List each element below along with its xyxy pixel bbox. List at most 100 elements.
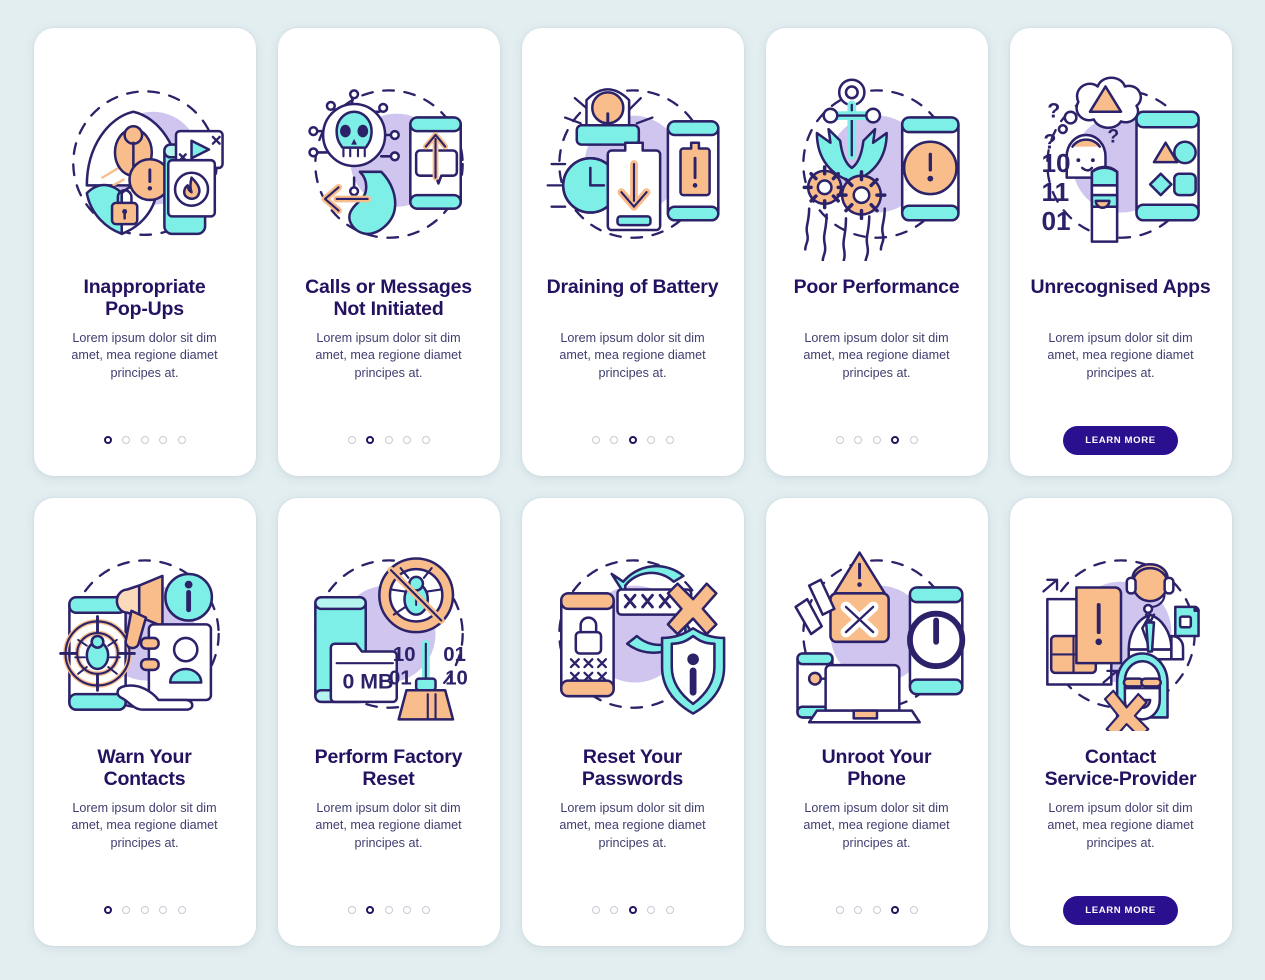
pagination-dots: [591, 906, 674, 914]
card-body-text: Lorem ipsum dolor sit dim amet, mea regi…: [803, 801, 950, 850]
pagination-dot[interactable]: [610, 436, 618, 444]
card-title-line: Contact: [1084, 746, 1157, 768]
pagination-dot[interactable]: [421, 906, 430, 914]
pagination-dot[interactable]: [140, 436, 149, 444]
card-title-line: Service-Provider: [1044, 768, 1197, 791]
battery-drain-illustration: [533, 68, 733, 264]
pagination-dot[interactable]: [665, 436, 674, 444]
learn-more-button[interactable]: LEARN MORE: [1063, 425, 1178, 455]
card-title-line: Poor Performance: [793, 276, 960, 298]
svg-text:?: ?: [1047, 99, 1060, 123]
pagination-dot[interactable]: [347, 906, 356, 914]
card-title: Calls or Messages Not Initiated: [295, 276, 482, 322]
card-title: Warn Your Contacts: [87, 746, 201, 792]
card-title-line: Unrecognised Apps: [1030, 276, 1211, 298]
pagination-dot-active[interactable]: [366, 436, 374, 444]
pagination-dot[interactable]: [665, 906, 674, 914]
pagination-dots: [835, 436, 918, 444]
pagination-dot[interactable]: [854, 906, 862, 914]
pagination-dot[interactable]: [159, 906, 167, 914]
pagination-dot[interactable]: [647, 906, 655, 914]
svg-text:0 MB: 0 MB: [342, 669, 393, 693]
card-title: Draining of Battery: [537, 276, 729, 322]
onboarding-screens-board: Inappropriate Pop-Ups Lorem ipsum dolor si…: [0, 0, 1265, 980]
pagination-dot[interactable]: [835, 436, 844, 444]
svg-text:01: 01: [443, 644, 466, 666]
card-body-text: Lorem ipsum dolor sit dim amet, mea regi…: [559, 801, 706, 850]
svg-text:01: 01: [389, 667, 412, 689]
card-footer: LEARN MORE: [1010, 404, 1232, 476]
pagination-dot[interactable]: [177, 906, 186, 914]
skull-call-illustration: [289, 68, 489, 264]
card-title-line: Draining of Battery: [546, 276, 719, 298]
pagination-dot[interactable]: [403, 436, 411, 444]
card-title: Unroot Your Phone: [812, 746, 942, 792]
learn-more-button[interactable]: LEARN MORE: [1063, 895, 1178, 925]
svg-text:01: 01: [1041, 206, 1070, 236]
pagination-dot[interactable]: [909, 436, 918, 444]
card-body-text: Lorem ipsum dolor sit dim amet, mea regi…: [1047, 331, 1194, 380]
card-title-line: Contacts: [103, 768, 186, 791]
card-body-text: Lorem ipsum dolor sit dim amet, mea regi…: [71, 801, 218, 850]
pagination-dot[interactable]: [403, 906, 411, 914]
card-body-text: Lorem ipsum dolor sit dim amet, mea regi…: [559, 331, 706, 380]
card-footer: [34, 404, 256, 476]
pagination-dot-active[interactable]: [628, 906, 637, 914]
pagination-dot-active[interactable]: [366, 906, 374, 914]
onboarding-card-unrecognised-apps: ? ? ? 10 11 01 Unrecognised Apps Lorem ip…: [1009, 28, 1232, 476]
card-footer: [522, 404, 744, 476]
card-footer: [278, 874, 500, 946]
card-title: Contact Service-Provider: [1035, 746, 1207, 792]
pagination-dot[interactable]: [835, 906, 844, 914]
unroot-phone-illustration: [777, 538, 977, 734]
onboarding-card-warn-your-contacts: Warn Your Contacts Lorem ipsum dolor sit d…: [33, 498, 256, 946]
pagination-dot[interactable]: [591, 436, 600, 444]
pagination-dots: [347, 436, 430, 444]
onboarding-card-inappropriate-pop-ups: Inappropriate Pop-Ups Lorem ipsum dolor si…: [33, 28, 256, 476]
svg-text:10: 10: [1041, 148, 1070, 178]
pagination-dot[interactable]: [610, 906, 618, 914]
megaphone-contacts-illustration: [45, 538, 245, 734]
card-title-line: Passwords: [581, 768, 684, 791]
anchor-gears-illustration: [777, 68, 977, 264]
pagination-dot-active[interactable]: [103, 436, 112, 444]
card-footer: [766, 874, 988, 946]
pagination-dot[interactable]: [872, 436, 881, 444]
pagination-dot-active[interactable]: [628, 436, 637, 444]
pagination-dot[interactable]: [384, 436, 393, 444]
pagination-dot[interactable]: [854, 436, 862, 444]
pagination-dot-active[interactable]: [891, 436, 899, 444]
card-title-line: Unroot Your: [821, 746, 932, 768]
card-footer: [766, 404, 988, 476]
card-title: Reset Your Passwords: [572, 746, 693, 792]
onboarding-card-poor-performance: Poor Performance Lorem ipsum dolor sit di…: [765, 28, 988, 476]
pagination-dot[interactable]: [122, 906, 130, 914]
onboarding-card-perform-factory-reset: 0 MB 10 01 01 10 Perform Factory Reset Lor…: [277, 498, 500, 946]
pagination-dot[interactable]: [122, 436, 130, 444]
card-body-text: Lorem ipsum dolor sit dim amet, mea regi…: [71, 331, 218, 380]
card-footer: [522, 874, 744, 946]
pagination-dot-active[interactable]: [103, 906, 112, 914]
pagination-dot[interactable]: [159, 436, 167, 444]
pagination-dot[interactable]: [384, 906, 393, 914]
pagination-dot[interactable]: [421, 436, 430, 444]
card-title-line: Phone: [847, 768, 906, 791]
pagination-dot[interactable]: [177, 436, 186, 444]
pagination-dots: [591, 436, 674, 444]
card-body-text: Lorem ipsum dolor sit dim amet, mea regi…: [1047, 801, 1194, 850]
pagination-dot[interactable]: [909, 906, 918, 914]
unknown-apps-illustration: ? ? ? 10 11 01: [1021, 68, 1221, 264]
card-title: Perform Factory Reset: [305, 746, 473, 792]
pagination-dot[interactable]: [872, 906, 881, 914]
card-title-line: Reset Your: [582, 746, 683, 768]
pagination-dot[interactable]: [347, 436, 356, 444]
card-title-line: Not Initiated: [333, 298, 444, 321]
card-title: Unrecognised Apps: [1020, 276, 1220, 322]
pagination-dot[interactable]: [140, 906, 149, 914]
card-title-line: Calls or Messages: [305, 276, 472, 298]
card-body-text: Lorem ipsum dolor sit dim amet, mea regi…: [315, 331, 462, 380]
pagination-dot[interactable]: [591, 906, 600, 914]
pagination-dot-active[interactable]: [891, 906, 899, 914]
svg-text:10: 10: [445, 667, 468, 689]
pagination-dot[interactable]: [647, 436, 655, 444]
